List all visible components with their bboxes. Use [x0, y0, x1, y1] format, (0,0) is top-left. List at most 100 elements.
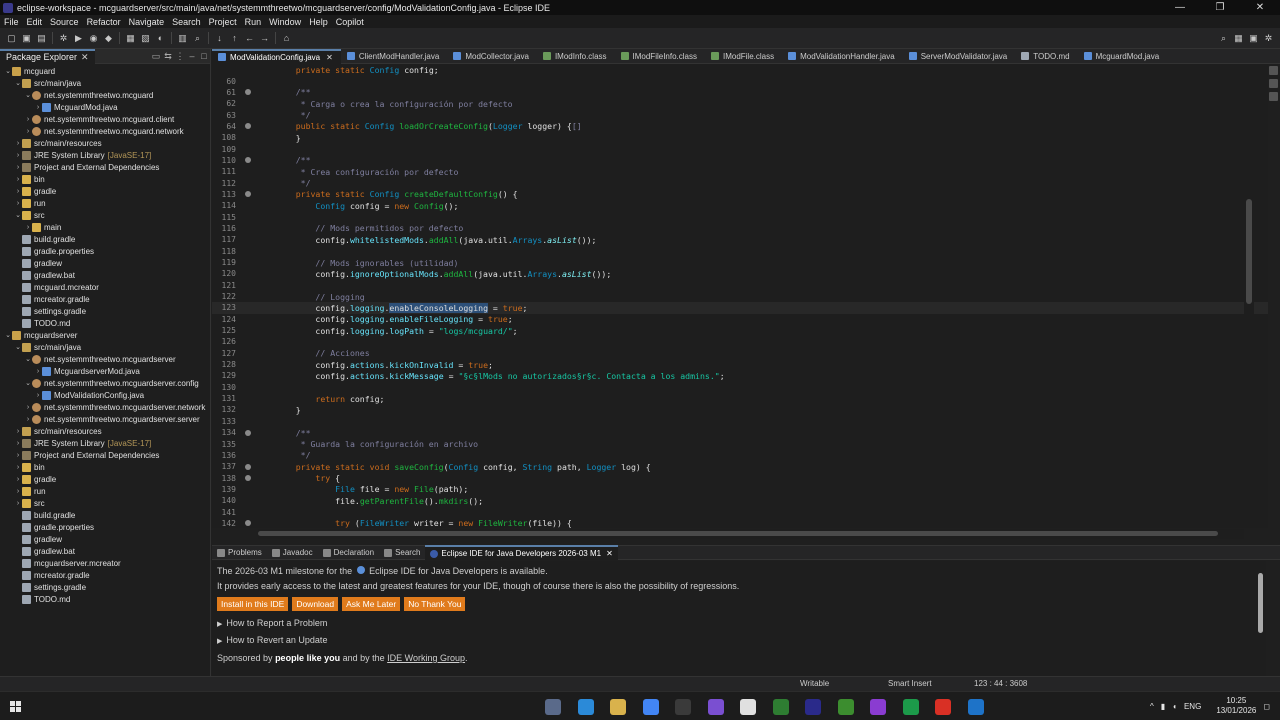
network-icon[interactable]: ▮: [1161, 702, 1165, 711]
notification-icon[interactable]: ◻: [1263, 702, 1270, 711]
chevron-down-icon[interactable]: ⌄: [24, 91, 32, 99]
tree-item[interactable]: gradlew: [0, 257, 210, 269]
tree-item[interactable]: ⌄ src: [0, 209, 210, 221]
code-line[interactable]: 109: [212, 143, 1268, 154]
tree-item[interactable]: › net.systemmthreetwo.mcguard.client: [0, 113, 210, 125]
tree-item[interactable]: › run: [0, 485, 210, 497]
editor-tab[interactable]: McguardMod.java: [1078, 49, 1168, 64]
tree-item[interactable]: gradlew.bat: [0, 269, 210, 281]
tree-item[interactable]: gradlew.bat: [0, 545, 210, 557]
code-line[interactable]: 136 */: [212, 450, 1268, 461]
collapse-all-icon[interactable]: ▭: [150, 51, 162, 62]
eclipse-taskbar-icon[interactable]: [805, 699, 821, 715]
chevron-right-icon[interactable]: ›: [14, 140, 22, 147]
code-line[interactable]: 125 config.logging.logPath = "logs/mcgua…: [212, 325, 1268, 336]
save-all-icon[interactable]: ▤: [35, 32, 48, 45]
view-menu-icon[interactable]: ⋮: [174, 51, 186, 62]
opera-icon[interactable]: [935, 699, 951, 715]
menu-search[interactable]: Search: [168, 17, 205, 27]
new-icon[interactable]: ▢: [5, 32, 18, 45]
code-line[interactable]: 115: [212, 211, 1268, 222]
code-line[interactable]: 142 try (FileWriter writer = new FileWri…: [212, 518, 1268, 528]
chevron-right-icon[interactable]: ›: [14, 476, 22, 483]
new-package-icon[interactable]: ▧: [139, 32, 152, 45]
code-line[interactable]: 130: [212, 382, 1268, 393]
tree-item[interactable]: gradle.properties: [0, 521, 210, 533]
vscode-icon[interactable]: [967, 699, 984, 715]
menu-copilot[interactable]: Copilot: [332, 17, 368, 27]
chevron-down-icon[interactable]: ⌄: [4, 67, 12, 75]
fold-marker-icon[interactable]: [245, 89, 251, 96]
minimize-button[interactable]: —: [1160, 0, 1200, 15]
new-class-icon[interactable]: ◐: [154, 32, 167, 45]
code-line[interactable]: 108 }: [212, 132, 1268, 143]
tree-item[interactable]: TODO.md: [0, 317, 210, 329]
chevron-right-icon[interactable]: ›: [24, 116, 32, 123]
code-line[interactable]: 114 Config config = new Config();: [212, 200, 1268, 211]
tree-item[interactable]: › net.systemmthreetwo.mcguardserver.netwo…: [0, 401, 210, 413]
tree-item[interactable]: › JRE System Library [JavaSE-17]: [0, 149, 210, 161]
tab-search[interactable]: Search: [379, 545, 425, 560]
working-group-link[interactable]: IDE Working Group: [387, 653, 465, 663]
code-line[interactable]: 124 config.logging.enableFileLogging = t…: [212, 314, 1268, 325]
fold-marker-icon[interactable]: [245, 429, 251, 436]
file-explorer-icon[interactable]: [545, 699, 561, 715]
close-tab-icon[interactable]: ✕: [606, 549, 613, 558]
vpn-icon[interactable]: [772, 699, 789, 715]
chevron-right-icon[interactable]: ›: [24, 224, 32, 231]
chevron-down-icon[interactable]: ⌄: [4, 331, 12, 339]
open-perspective-icon[interactable]: ▦: [1232, 32, 1245, 45]
code-line[interactable]: 62 * Carga o crea la configuración por d…: [212, 98, 1268, 109]
code-line[interactable]: 118: [212, 246, 1268, 257]
outline-icon[interactable]: [1268, 66, 1278, 75]
minecraft-icon[interactable]: [837, 699, 854, 715]
code-line[interactable]: 64 public static Config loadOrCreateConf…: [212, 121, 1268, 132]
code-line[interactable]: 116 // Mods permitidos por defecto: [212, 223, 1268, 234]
search-tool-icon[interactable]: ⌕: [191, 32, 204, 45]
code-line[interactable]: 63 */: [212, 109, 1268, 120]
store-icon[interactable]: [577, 699, 594, 715]
chevron-down-icon[interactable]: ⌄: [24, 355, 32, 363]
menu-source[interactable]: Source: [46, 17, 83, 27]
code-line[interactable]: 139 File file = new File(path);: [212, 484, 1268, 495]
fold-marker-icon[interactable]: [245, 520, 251, 527]
code-line[interactable]: 112 */: [212, 177, 1268, 188]
link-editor-icon[interactable]: ⇆: [162, 51, 174, 62]
java-perspective-icon[interactable]: ▣: [1247, 32, 1260, 45]
code-line[interactable]: 133: [212, 416, 1268, 427]
tree-item[interactable]: ⌄ net.systemmthreetwo.mcguardserver.confi…: [0, 377, 210, 389]
tree-item[interactable]: ⌄ mcguard: [0, 65, 210, 77]
editor-tab[interactable]: ModValidationHandler.java: [782, 49, 903, 64]
editor-tab[interactable]: ModValidationConfig.java ✕: [212, 48, 341, 64]
tree-item[interactable]: › gradle: [0, 473, 210, 485]
obs-icon[interactable]: [740, 699, 756, 715]
download-button[interactable]: Download: [292, 597, 339, 611]
tray-overflow-icon[interactable]: ^: [1150, 702, 1154, 711]
tab-declaration[interactable]: Declaration: [318, 545, 379, 560]
menu-run[interactable]: Run: [241, 17, 266, 27]
scroll-thumb[interactable]: [258, 531, 1218, 536]
tree-item[interactable]: › src/main/resources: [0, 425, 210, 437]
chevron-right-icon[interactable]: ›: [14, 488, 22, 495]
chrome-icon[interactable]: [642, 699, 659, 715]
tree-item[interactable]: › McguardserverMod.java: [0, 365, 210, 377]
tree-item[interactable]: ⌄ mcguardserver: [0, 329, 210, 341]
tree-item[interactable]: › ModValidationConfig.java: [0, 389, 210, 401]
tasks-icon[interactable]: [1268, 79, 1278, 88]
menu-window[interactable]: Window: [265, 17, 305, 27]
chevron-right-icon[interactable]: ›: [24, 416, 32, 423]
tree-item[interactable]: settings.gradle: [0, 581, 210, 593]
forward-icon[interactable]: →: [258, 32, 271, 45]
editor-tab[interactable]: IModInfo.class: [537, 49, 615, 64]
chevron-down-icon[interactable]: ⌄: [14, 79, 22, 87]
chevron-right-icon[interactable]: ›: [14, 200, 22, 207]
tree-item[interactable]: ⌄ net.systemmthreetwo.mcguard: [0, 89, 210, 101]
minimize-view-icon[interactable]: –: [186, 51, 198, 62]
tree-item[interactable]: TODO.md: [0, 593, 210, 605]
code-line[interactable]: 135 * Guarda la configuración en archivo: [212, 438, 1268, 449]
tree-item[interactable]: mcreator.gradle: [0, 293, 210, 305]
editor-tab[interactable]: IModFile.class: [705, 49, 782, 64]
code-line[interactable]: 127 // Acciones: [212, 348, 1268, 359]
menu-edit[interactable]: Edit: [23, 17, 47, 27]
code-line[interactable]: 113 private static Config createDefaultC…: [212, 189, 1268, 200]
